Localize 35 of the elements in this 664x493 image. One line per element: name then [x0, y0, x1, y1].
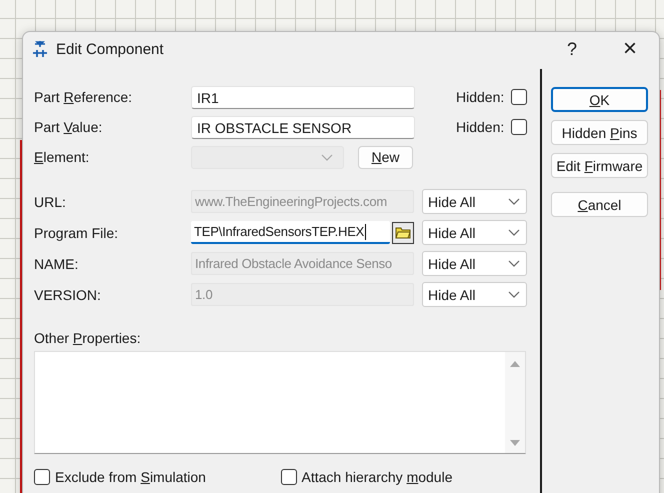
chevron-icon	[508, 198, 520, 205]
field-label: Element:	[34, 149, 90, 165]
checkbox[interactable]	[34, 469, 50, 485]
checkbox-label: Exclude from Simulation	[55, 469, 206, 485]
chevron-icon	[508, 229, 520, 236]
checkbox[interactable]	[280, 469, 296, 485]
text-field[interactable]: IR1	[191, 86, 415, 108]
chevron-icon	[321, 154, 333, 160]
chevron-icon	[508, 291, 520, 298]
checkbox[interactable]	[511, 119, 527, 135]
field-label: Program File:	[34, 224, 120, 240]
dialog-button[interactable]: OK	[551, 87, 648, 112]
chevron-icon	[508, 260, 520, 267]
dialog-button[interactable]: Hidden Pins	[551, 120, 648, 145]
hidden-label: Hidden:	[456, 119, 506, 135]
hidden-label: Hidden:	[456, 89, 506, 105]
folder-icon	[395, 226, 411, 239]
close-button[interactable]: ×	[601, 32, 659, 66]
text-field[interactable]: IR OBSTACLE SENSOR	[191, 116, 415, 138]
field-label: VERSION:	[34, 286, 102, 302]
window-title: Edit Component	[56, 40, 164, 58]
visibility-dropdown[interactable]: Hide All	[422, 220, 527, 245]
help-button[interactable]: ?	[543, 32, 601, 66]
browse-button[interactable]	[392, 222, 414, 244]
checkbox[interactable]	[511, 89, 527, 105]
field-label: URL:	[34, 194, 67, 210]
checkbox-label: Attach hierarchy module	[302, 469, 452, 485]
field-label: Part Reference:	[34, 89, 134, 105]
dialog-button[interactable]: Edit Firmware	[551, 153, 648, 178]
dialog-button[interactable]: Cancel	[551, 192, 648, 217]
property-field[interactable]: TEP\InfraredSensorsTEP.HEX	[191, 221, 390, 244]
component-icon	[32, 40, 48, 58]
field-label: NAME:	[34, 256, 80, 272]
section-label: Other Properties:	[34, 330, 141, 346]
field-label: Part Value:	[34, 119, 104, 135]
